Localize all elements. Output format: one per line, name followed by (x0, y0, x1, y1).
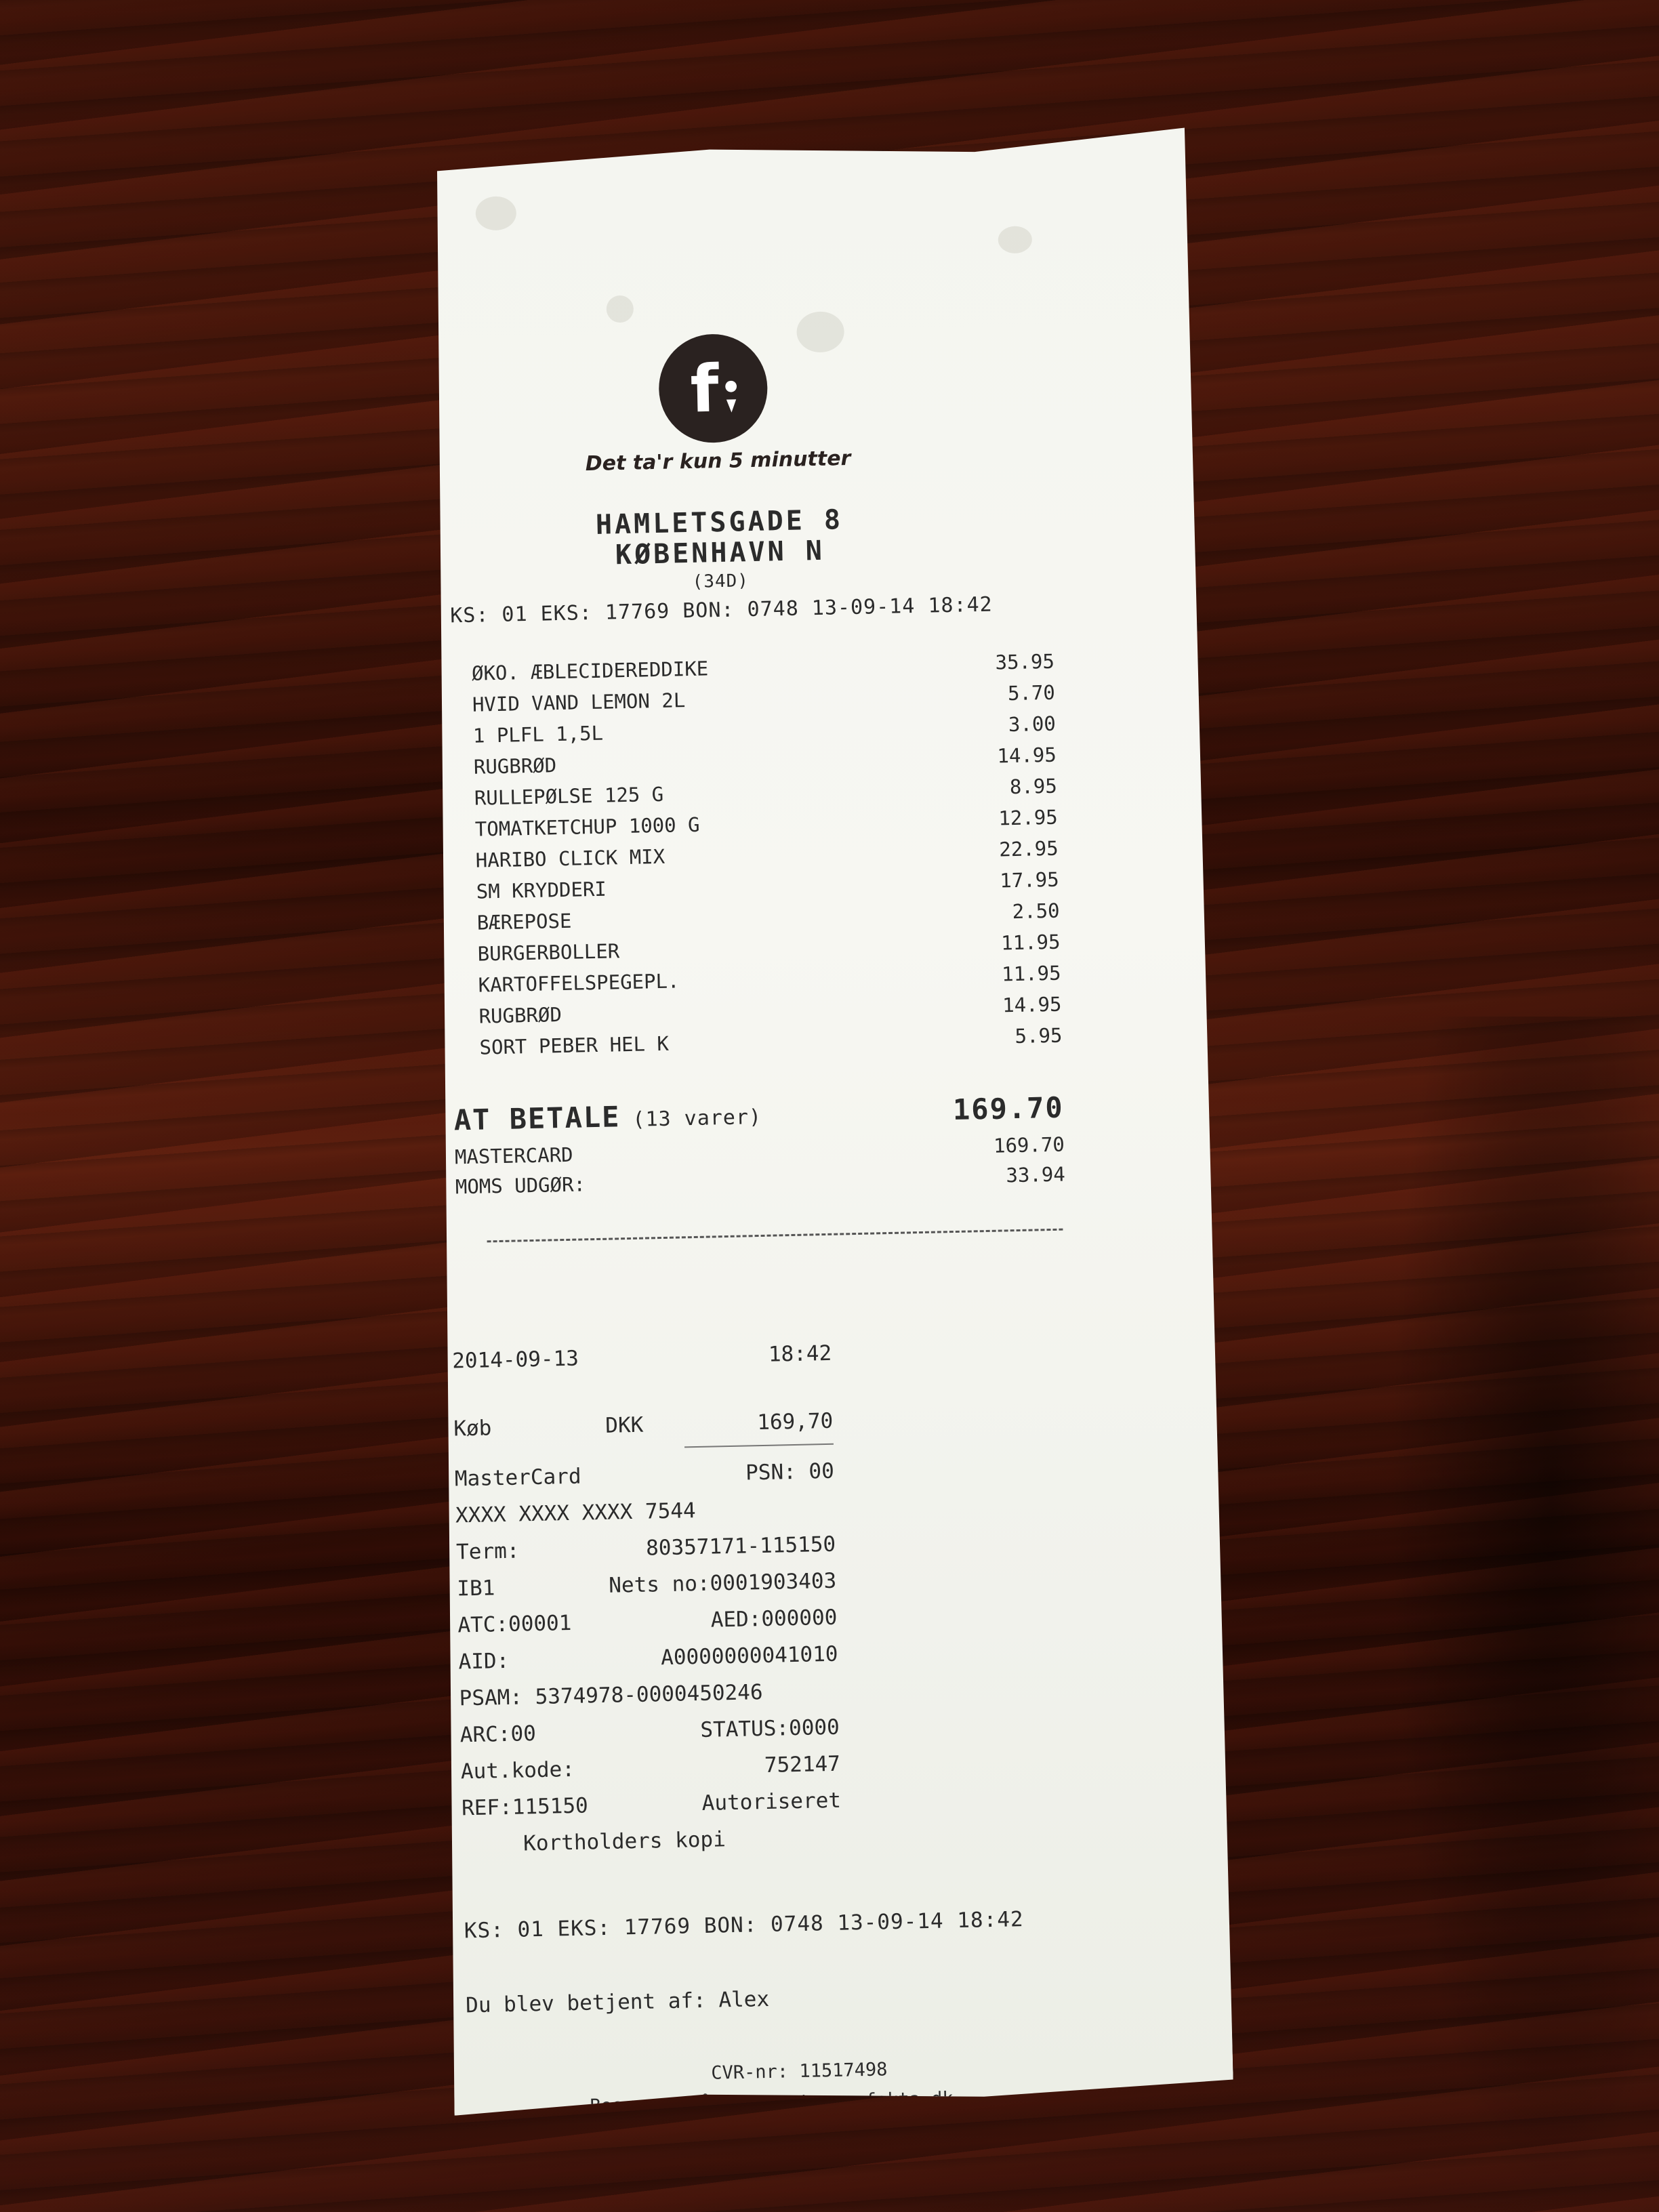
auth-code-label: Aut.kode: (460, 1757, 575, 1784)
copy-note: Kortholders kopi (523, 1827, 726, 1856)
item-price: 8.95 (1009, 774, 1058, 799)
item-name: SM KRYDDERI (476, 877, 607, 903)
transaction-header: KS: 01 EKS: 17769 BON: 0748 13-09-14 18:… (449, 592, 994, 628)
svg-text:f: f (690, 351, 720, 428)
atc: ATC:00001 (457, 1610, 572, 1638)
vat-label: MOMS UDGØR: (455, 1172, 586, 1199)
divider (487, 1229, 1063, 1243)
stain (796, 311, 844, 352)
item-price: 22.95 (998, 836, 1059, 861)
reference: REF:115150 (461, 1793, 589, 1821)
item-price: 35.95 (995, 649, 1055, 674)
item-name: HVID VAND LEMON 2L (472, 689, 686, 716)
item-price: 5.70 (1007, 680, 1056, 705)
stain (998, 226, 1032, 253)
aid-value: A0000000041010 (660, 1641, 838, 1671)
card-number: XXXX XXXX XXXX 7544 (455, 1498, 696, 1528)
auth-code-value: 752147 (764, 1751, 841, 1778)
fakta-logo-icon: f (672, 347, 754, 430)
item-price: 5.95 (1015, 1023, 1063, 1048)
stain (475, 196, 516, 230)
card-slip: 2014-09-13 18:42 Køb DKK 169,70 MasterCa… (452, 1335, 842, 1864)
item-price: 12.95 (998, 805, 1059, 830)
currency: DKK (605, 1412, 644, 1438)
stain (606, 295, 634, 323)
item-name: KARTOFFELSPEGEPL. (478, 969, 680, 997)
item-name: BURGERBOLLER (477, 939, 620, 966)
purchase-label: Køb (453, 1416, 492, 1441)
card-type: MasterCard (454, 1464, 581, 1492)
item-name: HARIBO CLICK MIX (475, 844, 665, 872)
table-shadow (1389, 1017, 1659, 2212)
item-price: 17.95 (999, 867, 1059, 893)
item-price: 2.50 (1012, 899, 1060, 924)
item-name: ØKO. ÆBLECIDEREDDIKE (471, 657, 709, 685)
fakta-logo: f (658, 333, 769, 444)
item-name: SORT PEBER HEL K (479, 1031, 670, 1059)
nets-number: Nets no:0001903403 (608, 1568, 837, 1598)
purchase-amount: 169,70 (756, 1408, 834, 1435)
item-price: 14.95 (997, 743, 1057, 768)
item-name: TOMATKETCHUP 1000 G (474, 813, 700, 841)
total-quantity: (13 varer) (632, 1105, 762, 1132)
card-date: 2014-09-13 (451, 1346, 579, 1374)
receipt: f Det ta'r kun 5 minutter HAMLETSGADE 8 … (413, 127, 1234, 2115)
item-name: BÆREPOSE (476, 909, 572, 935)
payment-amount: 169.70 (993, 1132, 1065, 1158)
item-price: 3.00 (1008, 712, 1057, 737)
item-price: 11.95 (1001, 961, 1061, 986)
authorized-status: Autoriseret (701, 1788, 842, 1816)
card-psn: PSN: 00 (745, 1458, 835, 1486)
payment-method: MASTERCARD (454, 1143, 573, 1169)
psam: PSAM: 5374978-0000450246 (459, 1680, 763, 1711)
item-price: 14.95 (1002, 992, 1062, 1017)
arc: ARC:00 (459, 1721, 537, 1748)
term-value: 80357171-115150 (645, 1532, 836, 1561)
served-by: Du blev betjent af: Alex (465, 1986, 770, 2018)
website-note: Besøg os på internet www.fakta.dk (590, 2088, 954, 2117)
item-name: RUGBRØD (478, 1003, 562, 1028)
item-name: RUGBRØD (473, 754, 557, 779)
total-amount: 169.70 (952, 1090, 1065, 1126)
ib1: IB1 (456, 1576, 495, 1601)
aid-label: AID: (458, 1648, 510, 1675)
item-price: 11.95 (1000, 930, 1061, 955)
vat-amount: 33.94 (1006, 1162, 1066, 1187)
item-name: RULLEPØLSE 125 G (474, 782, 664, 810)
slogan: Det ta'r kun 5 minutter (585, 446, 851, 476)
item-name: 1 PLFL 1,5L (472, 721, 604, 747)
item-list: ØKO. ÆBLECIDEREDDIKE 35.95 HVID VAND LEMO… (472, 646, 1063, 1063)
footer-transaction-header: KS: 01 EKS: 17769 BON: 0748 13-09-14 18:… (464, 1907, 1024, 1944)
term-label: Term: (455, 1538, 520, 1565)
status: STATUS:0000 (700, 1715, 840, 1742)
total-label: AT BETALE (453, 1100, 621, 1137)
card-time: 18:42 (768, 1340, 832, 1367)
aed: AED:000000 (710, 1605, 838, 1633)
cvr-number: CVR-nr: 11517498 (711, 2059, 888, 2084)
totals-block: AT BETALE (13 varer) 169.70 MASTERCARD 16… (453, 1090, 1065, 1202)
